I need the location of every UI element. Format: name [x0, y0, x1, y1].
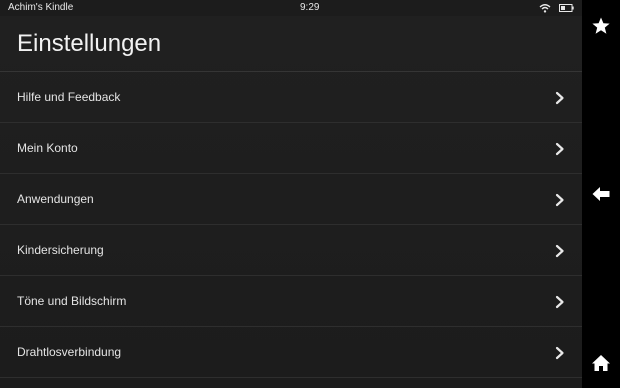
settings-item-label: Drahtlosverbindung	[17, 345, 122, 359]
settings-item-parental-controls[interactable]: Kindersicherung	[0, 225, 582, 276]
settings-item-label: Kindersicherung	[17, 243, 104, 257]
star-icon[interactable]	[591, 16, 611, 36]
settings-item-help-feedback[interactable]: Hilfe und Feedback	[0, 72, 582, 123]
kindle-screen: Achim's Kindle 9:29 Einstellungen Hilfe …	[0, 0, 620, 388]
back-arrow-icon[interactable]	[591, 184, 611, 204]
device-name: Achim's Kindle	[8, 2, 74, 13]
settings-item-my-account[interactable]: Mein Konto	[0, 123, 582, 174]
chevron-right-icon	[555, 244, 564, 258]
chevron-right-icon	[555, 193, 564, 207]
chevron-right-icon	[555, 295, 564, 309]
settings-item-applications[interactable]: Anwendungen	[0, 174, 582, 225]
home-icon[interactable]	[591, 353, 611, 373]
settings-list: Hilfe und Feedback Mein Konto Anwendunge…	[0, 72, 582, 378]
wifi-icon	[539, 4, 551, 13]
battery-icon	[559, 4, 574, 12]
settings-item-wireless[interactable]: Drahtlosverbindung	[0, 327, 582, 378]
settings-item-sounds-display[interactable]: Töne und Bildschirm	[0, 276, 582, 327]
chevron-right-icon	[555, 91, 564, 105]
page-title: Einstellungen	[17, 30, 162, 57]
status-bar[interactable]: Achim's Kindle 9:29	[0, 0, 582, 16]
settings-item-label: Töne und Bildschirm	[17, 294, 127, 308]
navigation-sidebar	[582, 0, 620, 388]
settings-panel: Einstellungen Hilfe und Feedback Mein Ko…	[0, 16, 582, 388]
status-time: 9:29	[300, 2, 320, 13]
chevron-right-icon	[555, 346, 564, 360]
settings-item-label: Anwendungen	[17, 192, 94, 206]
settings-item-label: Hilfe und Feedback	[17, 90, 121, 104]
chevron-right-icon	[555, 142, 564, 156]
settings-item-label: Mein Konto	[17, 141, 78, 155]
